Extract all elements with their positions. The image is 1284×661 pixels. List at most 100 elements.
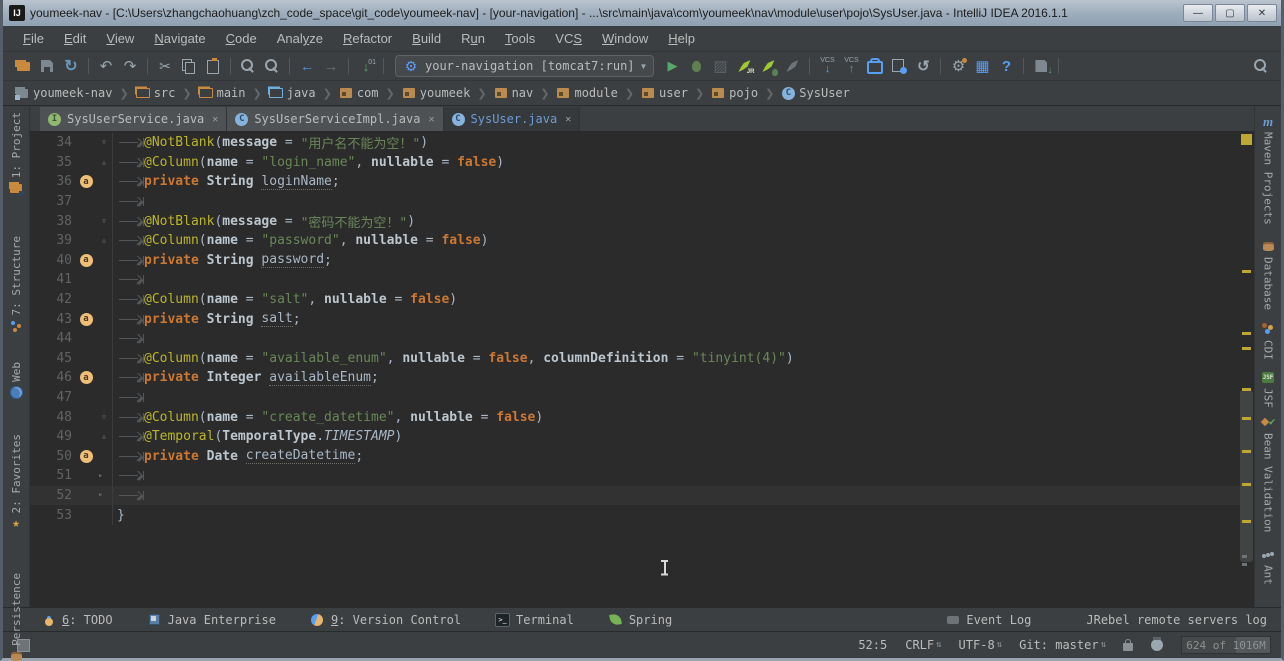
code-line-40[interactable]: 40aprivate String password; — [30, 251, 1240, 271]
redo-button[interactable] — [118, 54, 142, 78]
lock-icon[interactable] — [1123, 643, 1133, 651]
fold-marker[interactable]: ▵ — [96, 235, 112, 246]
warning-stripe-mark[interactable] — [1242, 347, 1251, 350]
sync-button[interactable] — [59, 54, 83, 78]
stripe-item-1-project[interactable]: 1: Project — [9, 112, 24, 196]
vcs-update-button[interactable] — [815, 54, 839, 78]
code-line-47[interactable]: 47 — [30, 388, 1240, 408]
breadcrumb-nav[interactable]: nav — [494, 86, 534, 100]
forward-button[interactable] — [319, 54, 343, 78]
jrebel-debug-button[interactable] — [756, 54, 780, 78]
toolwindow-button-event-log[interactable]: Event Log — [945, 612, 1031, 627]
toolwindow-button-terminal[interactable]: Terminal — [495, 612, 574, 627]
warning-stripe-mark[interactable] — [1242, 388, 1251, 391]
stripe-item-bean-validation[interactable]: Bean Validation — [1261, 415, 1276, 532]
history-button[interactable] — [887, 54, 911, 78]
paste-button[interactable] — [201, 54, 225, 78]
title-bar[interactable]: IJ youmeek-nav - [C:\Users\zhangchaohuan… — [3, 0, 1281, 26]
toolwindow-button-spring[interactable]: Spring — [608, 612, 672, 627]
rollback-button[interactable] — [911, 54, 935, 78]
menu-analyze[interactable]: Analyze — [267, 28, 333, 49]
breadcrumb-main[interactable]: main — [199, 86, 246, 100]
code-line-39[interactable]: 39▵@Column(name = "password", nullable =… — [30, 231, 1240, 251]
toolwindow-button--version-control[interactable]: 9: Version Control — [310, 612, 461, 627]
minimize-button[interactable]: — — [1183, 4, 1213, 22]
git-branch-selector[interactable]: Git: master⇅ — [1019, 638, 1105, 652]
menu-help[interactable]: Help — [658, 28, 705, 49]
warning-stripe-mark[interactable] — [1242, 270, 1251, 273]
toolwindow-button--todo[interactable]: 6: TODO — [41, 612, 113, 627]
toolwindow-button-java-enterprise[interactable]: Java Enterprise — [147, 612, 276, 627]
breadcrumb-user[interactable]: user — [641, 86, 688, 100]
annotation-gutter-icon[interactable]: a — [80, 450, 93, 463]
cut-button[interactable] — [153, 54, 177, 78]
tab-SysUser.java[interactable]: CSysUser.java✕ — [444, 107, 581, 131]
code-line-43[interactable]: 43aprivate String salt; — [30, 309, 1240, 329]
search-button[interactable] — [1249, 54, 1273, 78]
close-icon[interactable]: ✕ — [565, 114, 571, 125]
stripe-item-cdi[interactable]: CDI — [1261, 322, 1276, 360]
annotation-gutter-icon[interactable]: a — [80, 254, 93, 267]
menu-refactor[interactable]: Refactor — [333, 28, 402, 49]
annotation-gutter-icon[interactable]: a — [80, 371, 93, 384]
replace-button[interactable] — [260, 54, 284, 78]
find-button[interactable] — [236, 54, 260, 78]
code-line-42[interactable]: 42@Column(name = "salt", nullable = fals… — [30, 290, 1240, 310]
breadcrumb-module[interactable]: module — [556, 86, 617, 100]
debug-button[interactable] — [684, 54, 708, 78]
help-button[interactable] — [994, 54, 1018, 78]
stripe-item-database[interactable]: Database — [1261, 239, 1276, 310]
fold-marker[interactable]: ▿ — [96, 137, 112, 148]
tab-SysUserService.java[interactable]: ISysUserService.java✕ — [40, 107, 227, 131]
code-line-52[interactable]: 52▸ — [30, 486, 1240, 506]
menu-edit[interactable]: Edit — [54, 28, 96, 49]
menu-navigate[interactable]: Navigate — [144, 28, 215, 49]
toolwindow-button-jrebel-remote-servers-log[interactable]: JRebel remote servers log — [1065, 612, 1267, 627]
info-stripe-mark[interactable] — [1242, 563, 1247, 566]
encoding-selector[interactable]: UTF-8⇅ — [959, 638, 1002, 652]
close-icon[interactable]: ✕ — [212, 114, 218, 125]
fold-marker[interactable]: ▿ — [96, 216, 112, 227]
code-line-50[interactable]: 50aprivate Date createDatetime; — [30, 447, 1240, 467]
menu-tools[interactable]: Tools — [495, 28, 545, 49]
menu-build[interactable]: Build — [402, 28, 451, 49]
code-line-46[interactable]: 46aprivate Integer availableEnum; — [30, 368, 1240, 388]
shelve-button[interactable] — [863, 54, 887, 78]
stripe-item-jsf[interactable]: JSF — [1261, 370, 1276, 408]
menu-run[interactable]: Run — [451, 28, 495, 49]
maximize-button[interactable]: ▢ — [1215, 4, 1245, 22]
code-line-48[interactable]: 48▿@Column(name = "create_datetime", nul… — [30, 407, 1240, 427]
stripe-item-ant[interactable]: Ant — [1261, 547, 1276, 585]
code-line-35[interactable]: 35▵@Column(name = "login_name", nullable… — [30, 153, 1240, 173]
warning-stripe-mark[interactable] — [1242, 520, 1251, 523]
fold-marker[interactable]: ▸ — [96, 490, 112, 500]
run-button[interactable] — [660, 54, 684, 78]
coverage-button[interactable] — [708, 54, 732, 78]
back-button[interactable] — [295, 54, 319, 78]
code-line-44[interactable]: 44 — [30, 329, 1240, 349]
breadcrumb-pojo[interactable]: pojo — [711, 86, 758, 100]
close-icon[interactable]: ✕ — [428, 114, 434, 125]
fold-marker[interactable]: ▸ — [96, 471, 112, 481]
menu-file[interactable]: File — [13, 28, 54, 49]
code-line-34[interactable]: 34▿@NotBlank(message = "用户名不能为空！") — [30, 133, 1240, 153]
save-button[interactable] — [35, 54, 59, 78]
copy-button[interactable] — [177, 54, 201, 78]
tab-SysUserServiceImpl.java[interactable]: CSysUserServiceImpl.java✕ — [227, 107, 443, 131]
warning-stripe-mark[interactable] — [1242, 417, 1251, 420]
menu-vcs[interactable]: VCS — [545, 28, 592, 49]
project-structure-button[interactable] — [970, 54, 994, 78]
vcs-commit-button[interactable] — [839, 54, 863, 78]
breadcrumb-youmeek-nav[interactable]: youmeek-nav — [15, 86, 112, 100]
warning-stripe-mark[interactable] — [1242, 332, 1251, 335]
breadcrumb-src[interactable]: src — [136, 86, 176, 100]
code-line-49[interactable]: 49▵@Temporal(TemporalType.TIMESTAMP) — [30, 427, 1240, 447]
hector-inspections-icon[interactable] — [1151, 639, 1163, 651]
menu-window[interactable]: Window — [592, 28, 658, 49]
open-button[interactable] — [11, 54, 35, 78]
code-line-45[interactable]: 45@Column(name = "available_enum", nulla… — [30, 349, 1240, 369]
line-separator-selector[interactable]: CRLF⇅ — [905, 638, 940, 652]
jrebel-sleep-button[interactable] — [780, 54, 804, 78]
code-line-41[interactable]: 41 — [30, 270, 1240, 290]
scrollbar-thumb[interactable] — [1240, 390, 1253, 562]
